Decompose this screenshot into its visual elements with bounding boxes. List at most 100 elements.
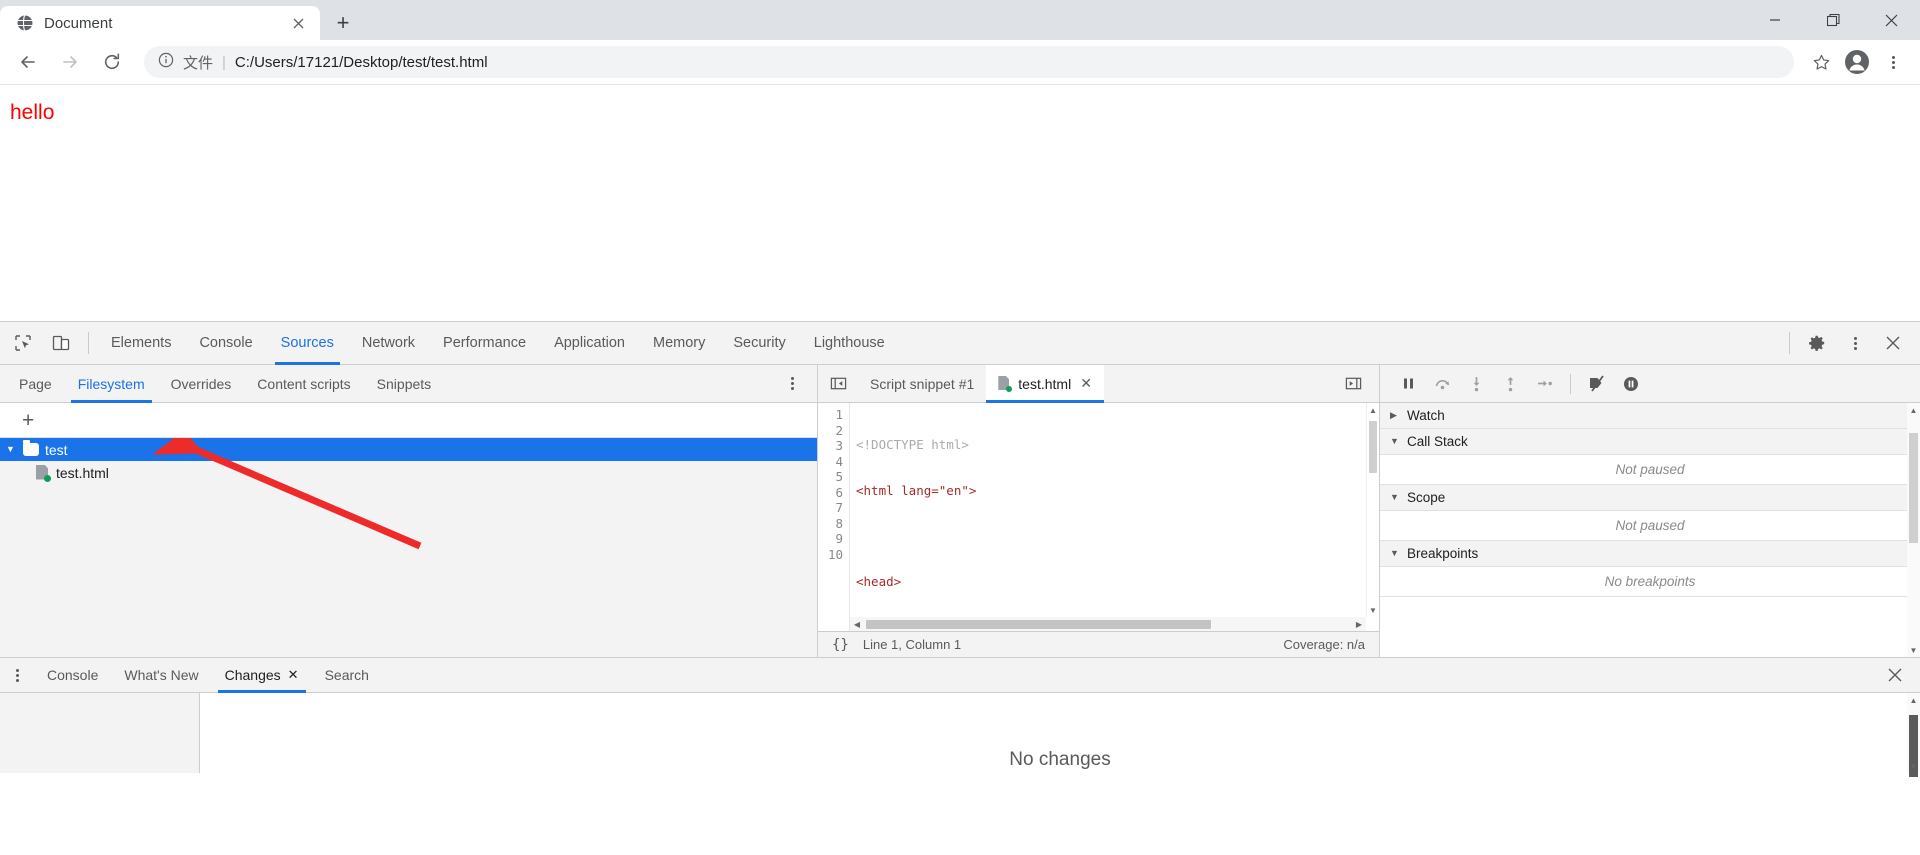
- navigator-subtab-overrides[interactable]: Overrides: [158, 365, 245, 403]
- navigator-subtab-content-scripts[interactable]: Content scripts: [244, 365, 363, 403]
- line-number: 8: [835, 515, 843, 531]
- drawer-body: No changes ▲ ▼: [0, 693, 1920, 777]
- browser-toolbar: 文件 | C:/Users/17121/Desktop/test/test.ht…: [0, 40, 1920, 85]
- devtools-tab-elements[interactable]: Elements: [97, 322, 185, 365]
- show-debugger-icon[interactable]: [1337, 368, 1369, 400]
- step-into-icon[interactable]: [1462, 370, 1490, 398]
- editor-vertical-scrollbar[interactable]: ▲ ▼: [1366, 403, 1379, 617]
- devtools-tab-lighthouse[interactable]: Lighthouse: [800, 322, 899, 365]
- drawer-tab-console[interactable]: Console: [34, 658, 111, 693]
- chevron-down-icon[interactable]: ▼: [1390, 493, 1400, 502]
- editor-tab-test-html[interactable]: test.html ✕: [986, 364, 1104, 403]
- resume-script-execution-icon[interactable]: [1394, 370, 1422, 398]
- scroll-down-arrow-icon[interactable]: ▼: [1907, 643, 1920, 657]
- devtools-tab-console[interactable]: Console: [185, 322, 266, 365]
- pause-on-exceptions-icon[interactable]: [1617, 370, 1645, 398]
- step-over-icon[interactable]: [1428, 370, 1456, 398]
- devtools-tab-memory[interactable]: Memory: [639, 322, 719, 365]
- scroll-up-arrow-icon[interactable]: ▲: [1907, 693, 1920, 707]
- kebab-menu-icon[interactable]: [1876, 45, 1910, 79]
- changes-content: No changes ▲ ▼: [200, 693, 1920, 777]
- omnibox-url-text: C:/Users/17121/Desktop/test/test.html: [234, 53, 488, 71]
- debugger-section-scope[interactable]: ▼ Scope: [1380, 485, 1920, 511]
- devtools-tab-application[interactable]: Application: [540, 322, 639, 365]
- devtools-tab-performance[interactable]: Performance: [429, 322, 540, 365]
- scrollbar-thumb[interactable]: [1909, 433, 1918, 543]
- drawer-tab-changes[interactable]: Changes ✕: [212, 658, 312, 693]
- close-icon[interactable]: [1878, 658, 1912, 692]
- scroll-up-arrow-icon[interactable]: ▲: [1907, 403, 1920, 417]
- devtools-drawer: Console What's New Changes ✕ Search No c…: [0, 657, 1920, 777]
- minimize-button[interactable]: [1746, 0, 1804, 40]
- debugger-section-watch[interactable]: ▶ Watch: [1380, 403, 1920, 429]
- scroll-down-arrow-icon[interactable]: ▼: [1367, 603, 1379, 617]
- scroll-left-arrow-icon[interactable]: ◀: [850, 620, 864, 629]
- device-toolbar-icon[interactable]: [44, 326, 78, 360]
- inspect-element-icon[interactable]: [6, 326, 40, 360]
- tree-row[interactable]: test.html: [0, 461, 817, 484]
- debugger-section-breakpoints[interactable]: ▼ Breakpoints: [1380, 541, 1920, 567]
- coverage-label: Coverage: n/a: [1283, 637, 1365, 652]
- navigator-subtab-filesystem[interactable]: Filesystem: [65, 365, 158, 403]
- file-icon: [998, 376, 1013, 392]
- scope-empty-text: Not paused: [1380, 511, 1920, 541]
- forward-button[interactable]: [52, 44, 88, 80]
- gear-icon[interactable]: [1800, 326, 1834, 360]
- drawer-tabbar: Console What's New Changes ✕ Search: [0, 658, 1920, 693]
- code-content[interactable]: <!DOCTYPE html> <html lang="en"> <head> …: [850, 403, 1379, 631]
- no-changes-text: No changes: [1009, 749, 1111, 770]
- new-tab-button[interactable]: +: [326, 6, 360, 40]
- scroll-down-arrow-icon[interactable]: ▼: [1907, 759, 1920, 773]
- reload-button[interactable]: [94, 44, 130, 80]
- drawer-vertical-scrollbar[interactable]: ▲ ▼: [1907, 693, 1920, 777]
- navigator-subtab-page[interactable]: Page: [6, 365, 65, 403]
- add-folder-button[interactable]: +: [22, 410, 34, 431]
- debugger-vertical-scrollbar[interactable]: ▲ ▼: [1907, 403, 1920, 657]
- scroll-up-arrow-icon[interactable]: ▲: [1367, 403, 1379, 417]
- code-editor[interactable]: 1 2 3 4 5 6 7 8 9 10 <!DOCTYPE html> <ht…: [818, 403, 1379, 631]
- line-number: 2: [835, 422, 843, 438]
- debugger-toolbar: [1380, 365, 1920, 403]
- close-icon[interactable]: [1876, 326, 1910, 360]
- step-icon[interactable]: [1530, 370, 1558, 398]
- pretty-print-icon[interactable]: {}: [832, 637, 849, 653]
- devtools-tab-network[interactable]: Network: [348, 322, 429, 365]
- info-circle-icon[interactable]: [158, 52, 174, 73]
- editor-horizontal-scrollbar[interactable]: ◀ ▶: [850, 617, 1366, 631]
- avatar-icon[interactable]: [1840, 45, 1874, 79]
- line-number: 4: [835, 453, 843, 469]
- star-icon[interactable]: [1804, 45, 1838, 79]
- debugger-section-call-stack[interactable]: ▼ Call Stack: [1380, 429, 1920, 455]
- drawer-tab-whats-new[interactable]: What's New: [111, 658, 211, 693]
- kebab-menu-icon[interactable]: [0, 658, 34, 692]
- address-bar[interactable]: 文件 | C:/Users/17121/Desktop/test/test.ht…: [144, 46, 1794, 78]
- close-icon[interactable]: [288, 13, 308, 33]
- step-out-icon[interactable]: [1496, 370, 1524, 398]
- browser-tab[interactable]: Document: [0, 6, 320, 40]
- close-window-button[interactable]: [1862, 0, 1920, 40]
- maximize-icon[interactable]: [1804, 0, 1862, 40]
- scrollbar-thumb[interactable]: [1369, 421, 1377, 473]
- chevron-down-icon[interactable]: ▼: [6, 445, 17, 454]
- kebab-menu-icon[interactable]: [777, 369, 807, 399]
- chevron-down-icon[interactable]: ▼: [1390, 549, 1400, 558]
- close-icon[interactable]: ✕: [1080, 375, 1092, 392]
- drawer-tab-search[interactable]: Search: [312, 658, 382, 693]
- editor-tab-script-snippet[interactable]: Script snippet #1: [858, 365, 986, 403]
- tree-row[interactable]: ▼ test: [0, 438, 817, 461]
- toolbar-divider: [1789, 332, 1790, 354]
- deactivate-breakpoints-icon[interactable]: [1583, 370, 1611, 398]
- devtools-tab-security[interactable]: Security: [719, 322, 799, 365]
- navigator-subtab-snippets[interactable]: Snippets: [364, 365, 444, 403]
- add-folder-row[interactable]: +: [0, 403, 817, 438]
- show-navigator-icon[interactable]: [822, 368, 854, 400]
- chevron-right-icon[interactable]: ▶: [1390, 411, 1400, 420]
- devtools-tab-sources[interactable]: Sources: [267, 322, 348, 365]
- call-stack-empty-text: Not paused: [1380, 455, 1920, 485]
- scroll-right-arrow-icon[interactable]: ▶: [1352, 620, 1366, 629]
- close-icon[interactable]: ✕: [288, 667, 299, 683]
- back-button[interactable]: [10, 44, 46, 80]
- scrollbar-thumb[interactable]: [866, 619, 1211, 629]
- kebab-menu-icon[interactable]: [1838, 326, 1872, 360]
- chevron-down-icon[interactable]: ▼: [1390, 437, 1400, 446]
